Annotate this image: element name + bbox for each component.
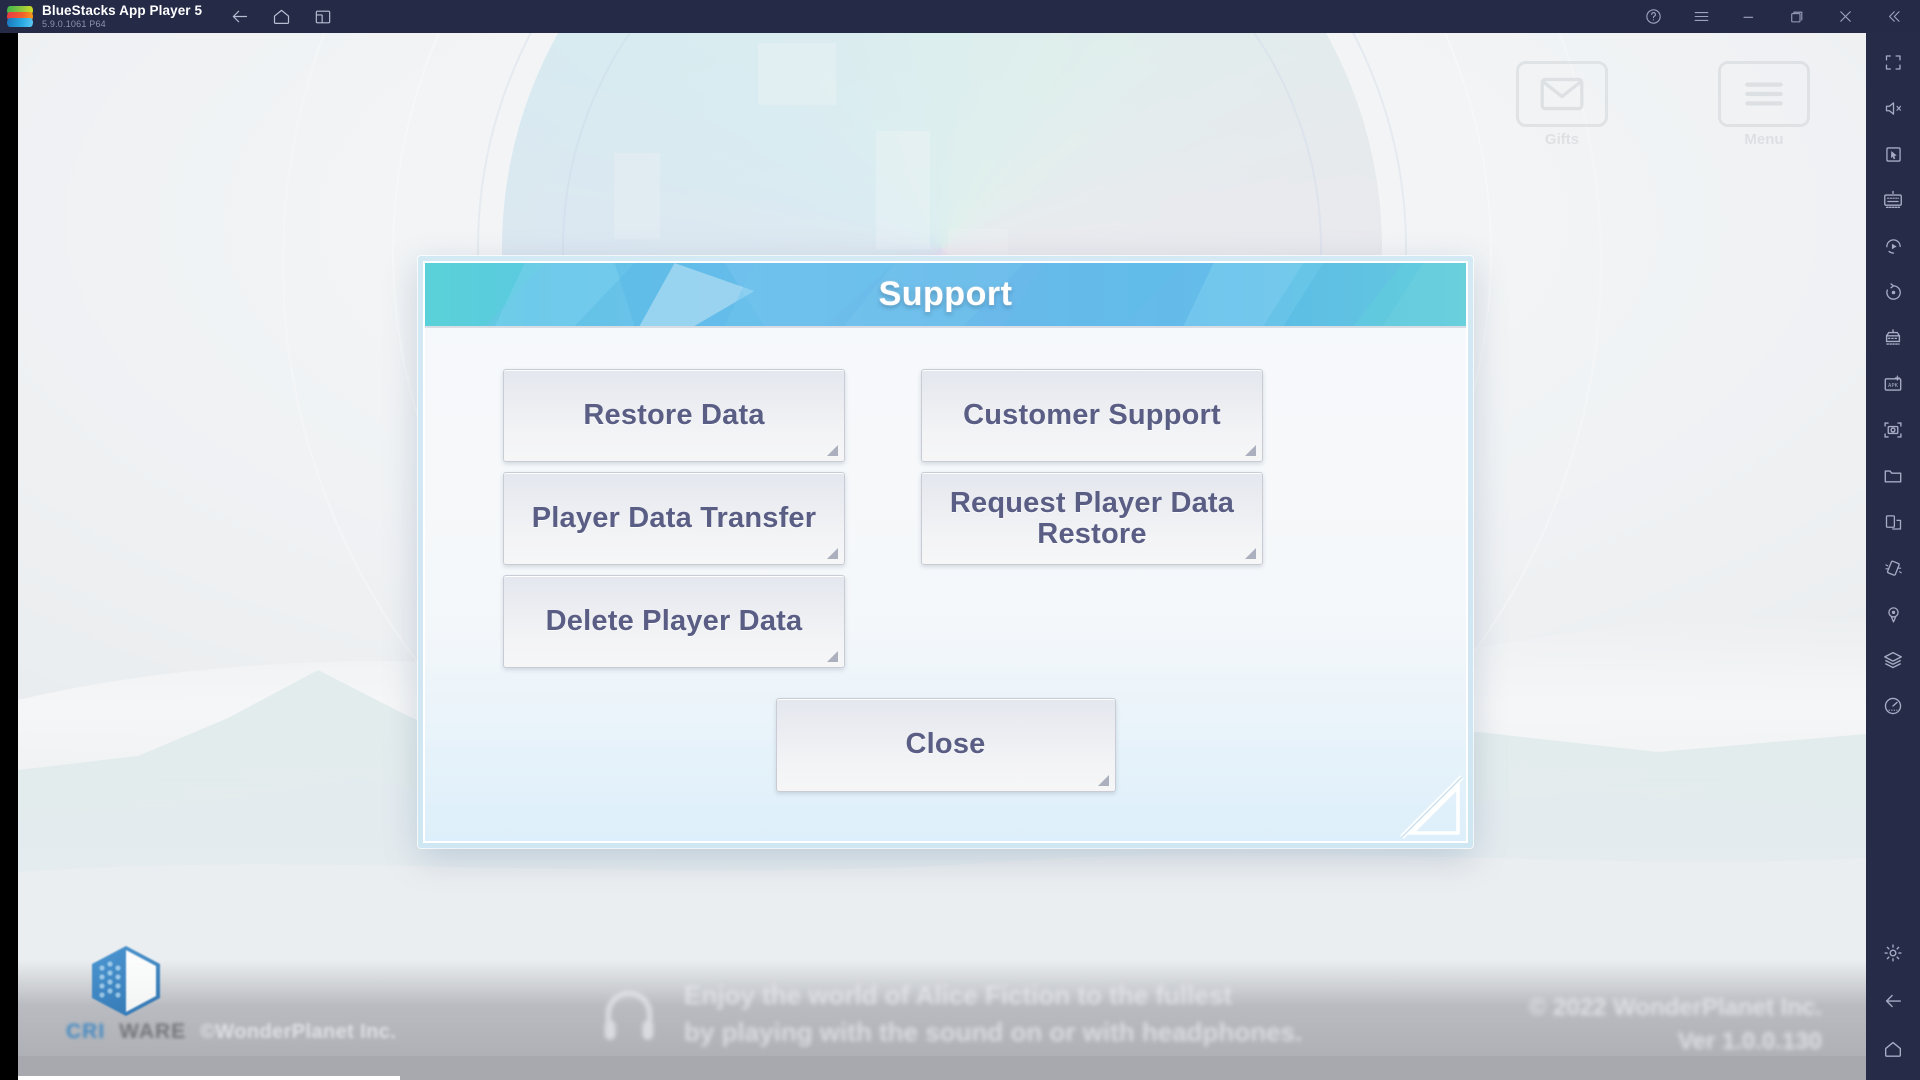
game-footer: CRI WARE ©WonderPlanet Inc. Enjoy the wo…: [18, 946, 1866, 1080]
support-dialog-inner: Support Restore Data Customer Support Pl…: [423, 261, 1468, 843]
windows-taskbar-stub: [18, 1076, 400, 1080]
app-title: BlueStacks App Player 5: [42, 2, 203, 18]
location-icon[interactable]: [1876, 597, 1910, 631]
player-data-transfer-button[interactable]: Player Data Transfer: [503, 472, 845, 565]
titlebar-nav: [228, 6, 334, 28]
shake-icon[interactable]: [1876, 551, 1910, 585]
back-icon[interactable]: [228, 6, 250, 28]
hamburger-menu-icon[interactable]: [1690, 6, 1712, 28]
copyright-label: © 2022 WonderPlanet Inc.: [1528, 994, 1822, 1021]
fullscreen-icon[interactable]: [1876, 45, 1910, 79]
close-button[interactable]: Close: [775, 698, 1116, 792]
layers-icon[interactable]: [1876, 643, 1910, 677]
support-dialog-titlebar: Support: [425, 263, 1466, 326]
install-apk-icon[interactable]: APK: [1876, 367, 1910, 401]
criware-text-row: CRI WARE ©WonderPlanet Inc.: [66, 1020, 426, 1044]
dialog-corner-chamfer: [1400, 775, 1464, 839]
restore-data-button[interactable]: Restore Data: [503, 369, 845, 462]
customer-support-label: Customer Support: [963, 398, 1221, 431]
sidebar-top-group: APK: [1876, 33, 1910, 723]
home-icon[interactable]: [270, 6, 292, 28]
player-data-transfer-label: Player Data Transfer: [531, 501, 817, 534]
home-icon[interactable]: [1876, 1032, 1910, 1066]
headphones-icon: [604, 991, 654, 1041]
game-viewport: Alice Fiction: [18, 33, 1866, 1080]
criware-logo-icon: [88, 944, 164, 1018]
mute-icon[interactable]: [1876, 91, 1910, 125]
button-corner-icon: [827, 548, 838, 559]
back-arrow-icon[interactable]: [1876, 984, 1910, 1018]
sound-note-line-2: by playing with the sound on or with hea…: [684, 1017, 1303, 1048]
criware-ware-label: WARE: [119, 1020, 187, 1043]
button-corner-icon: [827, 445, 838, 456]
publisher-label: ©WonderPlanet Inc.: [200, 1021, 397, 1043]
button-corner-icon: [1245, 548, 1256, 559]
criware-cri-label: CRI: [66, 1020, 106, 1043]
sound-note-text: Enjoy the world of Alice Fiction to the …: [684, 977, 1302, 1052]
close-button-label: Close: [905, 728, 986, 761]
customer-support-button[interactable]: Customer Support: [921, 369, 1263, 462]
request-player-data-restore-label: Request Player Data Restore: [949, 486, 1235, 550]
close-icon[interactable]: [1834, 6, 1856, 28]
collapse-left-icon[interactable]: [1882, 6, 1904, 28]
request-player-data-restore-button[interactable]: Request Player Data Restore: [921, 472, 1263, 565]
restore-data-label: Restore Data: [583, 398, 765, 431]
support-actions-grid: Restore Data Customer Support Player Dat…: [503, 369, 1403, 668]
version-label: Ver 1.0.0.130: [1677, 1028, 1822, 1055]
gamepad-icon[interactable]: [1876, 321, 1910, 355]
criware-credit: CRI WARE ©WonderPlanet Inc.: [66, 944, 426, 1044]
rotate-icon[interactable]: [1876, 275, 1910, 309]
sound-note-line-1: Enjoy the world of Alice Fiction to the …: [684, 979, 1232, 1010]
media-manager-icon[interactable]: [1876, 459, 1910, 493]
multi-instance-icon[interactable]: [312, 6, 334, 28]
sound-recommendation: Enjoy the world of Alice Fiction to the …: [598, 977, 1302, 1052]
delete-player-data-button[interactable]: Delete Player Data: [503, 575, 845, 668]
bluestacks-logo-icon: [7, 5, 33, 28]
support-dialog: Support Restore Data Customer Support Pl…: [418, 256, 1473, 848]
delete-player-data-label: Delete Player Data: [545, 604, 803, 637]
button-corner-icon: [1097, 775, 1109, 786]
gear-icon[interactable]: [1876, 936, 1910, 970]
window-left-padding: [0, 33, 18, 1080]
screenshot-icon[interactable]: [1876, 413, 1910, 447]
support-dialog-body: Restore Data Customer Support Player Dat…: [425, 326, 1466, 841]
maximize-icon[interactable]: [1786, 6, 1808, 28]
window-titlebar: BlueStacks App Player 5 5.9.0.1061 P64: [0, 0, 1920, 33]
button-corner-icon: [1245, 445, 1256, 456]
dialog-title: Support: [878, 275, 1013, 313]
window-controls: [1642, 6, 1920, 28]
macro-recorder-icon[interactable]: [1876, 229, 1910, 263]
help-icon[interactable]: [1642, 6, 1664, 28]
keyboard-controls-icon[interactable]: [1876, 183, 1910, 217]
svg-text:APK: APK: [1888, 383, 1899, 389]
multi-instance-icon[interactable]: [1876, 505, 1910, 539]
bluestacks-sidebar: APK: [1866, 33, 1920, 1080]
sidebar-bottom-group: [1876, 936, 1910, 1080]
window-title-block: BlueStacks App Player 5 5.9.0.1061 P64: [42, 4, 202, 30]
copyright-version-block: © 2022 WonderPlanet Inc. Ver 1.0.0.130: [1529, 994, 1822, 1056]
app-version: 5.9.0.1061 P64: [42, 19, 106, 30]
button-corner-icon: [827, 651, 838, 662]
cursor-icon[interactable]: [1876, 137, 1910, 171]
bluestacks-window: BlueStacks App Player 5 5.9.0.1061 P64 G…: [0, 0, 1920, 1080]
minimize-icon[interactable]: [1738, 6, 1760, 28]
performance-icon[interactable]: [1876, 689, 1910, 723]
